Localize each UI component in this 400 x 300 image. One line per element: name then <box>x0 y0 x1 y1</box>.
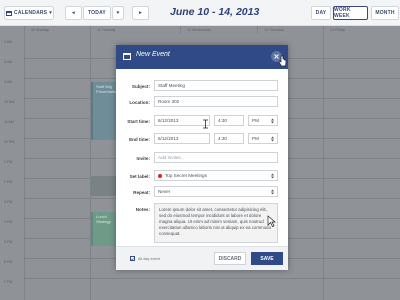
day-header: 13 Thursday <box>257 26 317 34</box>
select-arrows-icon <box>271 136 274 141</box>
all-day-checkbox[interactable] <box>130 256 135 261</box>
start-ampm-value: PM <box>252 118 259 123</box>
time-label: 2 PM <box>4 180 13 184</box>
dialog-header: New Event <box>116 45 288 69</box>
previous-week-button[interactable]: ◂ <box>65 6 82 20</box>
start-ampm-select[interactable]: PM <box>248 115 278 126</box>
dialog-footer: All day event DISCARD SAVE <box>116 246 288 270</box>
chevron-down-icon: ▾ <box>116 10 120 16</box>
end-time-input[interactable]: 4:30 <box>214 133 244 144</box>
end-time-label: End time: <box>129 137 150 142</box>
check-icon <box>131 257 134 260</box>
chevron-right-icon: ▸ <box>139 10 142 16</box>
today-dropdown-button[interactable]: ▾ <box>112 6 124 20</box>
calendar-icon <box>123 53 131 60</box>
all-day-label: All day event <box>138 256 160 261</box>
view-month-button[interactable]: MONTH <box>371 6 399 20</box>
select-arrows-icon <box>271 189 274 194</box>
new-event-dialog: New Event Subject: Staff Meeting Locatio… <box>116 45 288 270</box>
calendars-dropdown[interactable]: CALENDARS ▾ <box>4 6 54 20</box>
notes-label: Notes: <box>135 207 150 212</box>
subject-label: Subject: <box>131 84 150 89</box>
location-input[interactable]: Room 302 <box>154 96 278 107</box>
all-day-toggle[interactable]: All day event <box>130 256 160 261</box>
end-date-input[interactable]: 6/12/2013 <box>154 133 210 144</box>
day-header: 14 Friday <box>323 26 400 34</box>
save-button[interactable]: SAVE <box>251 252 283 265</box>
discard-button[interactable]: DISCARD <box>214 252 246 265</box>
today-button[interactable]: TODAY <box>83 6 111 20</box>
time-label: 6 PM <box>4 260 13 264</box>
time-label: 4 PM <box>4 220 13 224</box>
repeat-select[interactable]: Never <box>154 186 278 197</box>
label-color-dot <box>158 173 162 178</box>
time-label: 7 AM <box>4 40 13 44</box>
chevron-left-icon: ◂ <box>72 10 75 16</box>
view-day-button[interactable]: DAY <box>311 6 331 20</box>
time-label: 12 PM <box>4 140 15 144</box>
top-toolbar: CALENDARS ▾ ◂ TODAY ▾ ▸ June 10 - 14, 20… <box>0 0 400 26</box>
hour-line <box>24 278 400 279</box>
subject-input[interactable]: Staff Meeting <box>154 80 278 91</box>
chevron-down-icon: ▾ <box>49 10 52 16</box>
calendar-icon <box>6 10 13 16</box>
dialog-title: New Event <box>136 51 170 58</box>
invite-label: Invite: <box>136 156 150 161</box>
calendars-label: CALENDARS <box>14 10 48 16</box>
event-subtitle: Strategy <box>96 219 111 224</box>
repeat-label: Repeat: <box>133 190 150 195</box>
time-label: 10 AM <box>4 100 15 104</box>
end-ampm-select[interactable]: PM <box>248 133 278 144</box>
set-label-label: Set label: <box>129 174 150 179</box>
select-arrows-icon <box>271 118 274 123</box>
time-label: 5 PM <box>4 240 13 244</box>
hand-cursor-icon <box>278 55 287 67</box>
date-range-title: June 10 - 14, 2013 <box>170 6 260 18</box>
time-label: 3 PM <box>4 200 13 204</box>
time-label: 1 PM <box>4 160 13 164</box>
time-label: 11 AM <box>4 120 14 124</box>
pointer-cursor-icon <box>267 215 276 227</box>
column-divider <box>90 34 91 300</box>
repeat-value: Never <box>158 189 171 194</box>
day-header: 10 Monday <box>24 26 90 34</box>
set-label-value: Top Secret Meetings <box>165 173 207 178</box>
invite-input[interactable]: Add Invites... <box>154 152 278 163</box>
end-ampm-value: PM <box>252 136 259 141</box>
time-label: 7 PM <box>4 280 13 284</box>
view-work-week-button[interactable]: WORK WEEK <box>333 6 368 20</box>
location-label: Location: <box>129 100 150 105</box>
next-week-button[interactable]: ▸ <box>132 6 149 20</box>
time-label: 8 AM <box>4 60 13 64</box>
text-cursor-icon <box>203 119 208 129</box>
day-header: 12 Wednesday <box>180 26 240 34</box>
start-time-input[interactable]: 4:30 <box>214 115 244 126</box>
start-time-label: Start time: <box>127 119 150 124</box>
set-label-select[interactable]: Top Secret Meetings <box>154 170 278 181</box>
time-label: 9 AM <box>4 80 13 84</box>
notes-textarea[interactable]: Lorem ipsum dolor sit amet, consectetur … <box>154 203 278 243</box>
column-divider <box>323 34 324 300</box>
select-arrows-icon <box>271 173 274 178</box>
day-header: 11 Tuesday <box>90 26 156 34</box>
event-subtitle: Presentation <box>96 89 118 94</box>
column-divider <box>24 34 25 300</box>
